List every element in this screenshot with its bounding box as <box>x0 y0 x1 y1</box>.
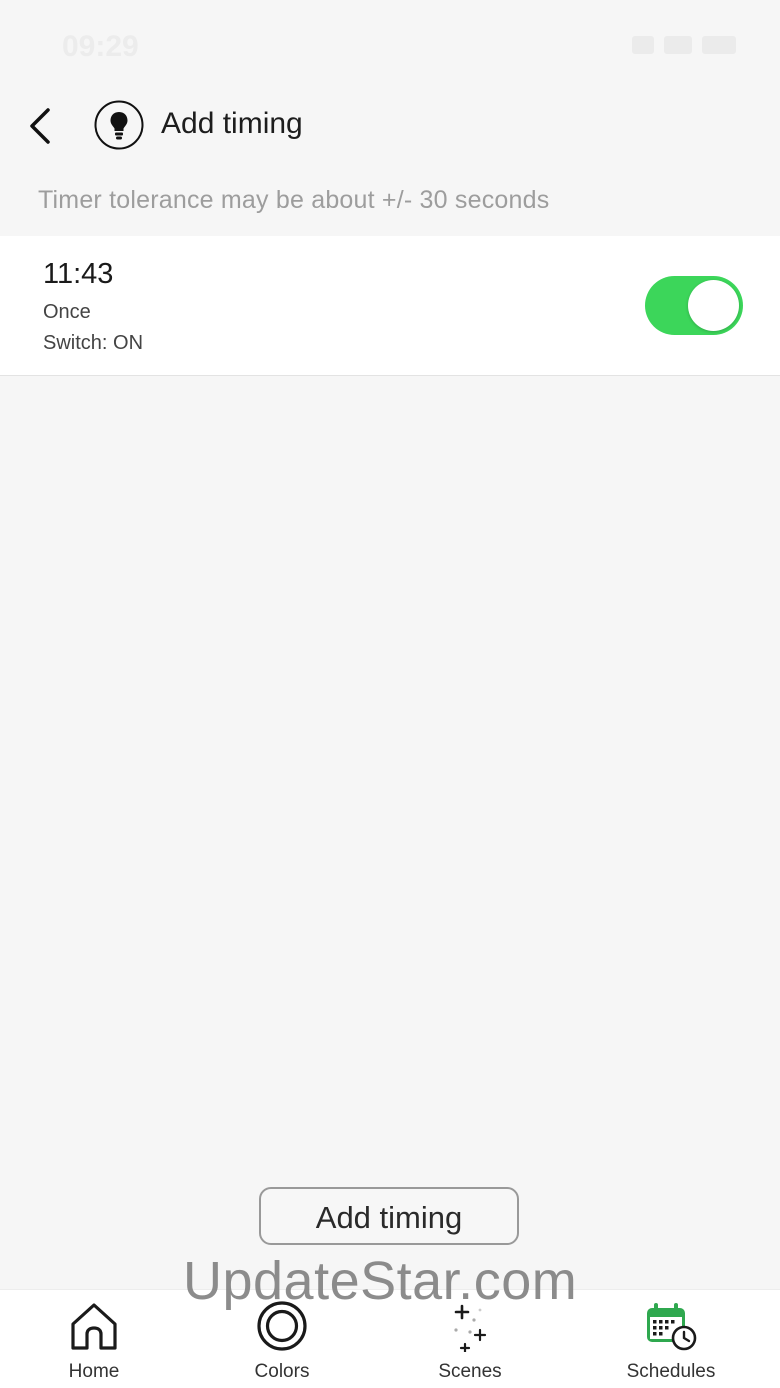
signal-icon <box>632 36 654 54</box>
timer-list-item[interactable]: 11:43 Once Switch: ON <box>0 236 780 376</box>
tab-scenes-label: Scenes <box>438 1361 502 1382</box>
schedules-icon <box>647 1303 697 1351</box>
add-timing-button[interactable]: Add timing <box>259 1187 519 1245</box>
chevron-left-icon <box>30 108 50 144</box>
tab-colors[interactable]: Colors <box>207 1290 357 1388</box>
timer-action: Switch: ON <box>43 332 144 354</box>
tab-schedules-label: Schedules <box>626 1361 716 1382</box>
scenes-icon <box>454 1304 487 1352</box>
timer-time: 11:43 <box>43 258 114 290</box>
bulb-icon <box>94 100 144 150</box>
nav-bar: Add timing <box>0 90 780 162</box>
tab-colors-label: Colors <box>254 1361 310 1382</box>
timer-repeat: Once <box>43 301 91 323</box>
tab-home-label: Home <box>68 1361 120 1382</box>
battery-icon <box>702 36 736 54</box>
status-icons <box>632 36 736 54</box>
tab-scenes[interactable]: Scenes <box>395 1290 545 1388</box>
tab-bar: Home Colors Scenes Schedules <box>0 1289 780 1388</box>
colors-icon <box>257 1301 307 1351</box>
timer-enable-toggle[interactable] <box>645 276 743 335</box>
toggle-knob <box>688 280 739 331</box>
home-icon <box>71 1303 117 1350</box>
back-button[interactable] <box>22 104 62 148</box>
timer-tolerance-hint: Timer tolerance may be about +/- 30 seco… <box>38 186 550 214</box>
status-time: 09:29 <box>62 30 139 63</box>
status-bar: 09:29 <box>0 0 780 90</box>
page-title: Add timing <box>161 107 303 140</box>
tab-schedules[interactable]: Schedules <box>596 1290 746 1388</box>
tab-home[interactable]: Home <box>19 1290 169 1388</box>
wifi-icon <box>664 36 692 54</box>
